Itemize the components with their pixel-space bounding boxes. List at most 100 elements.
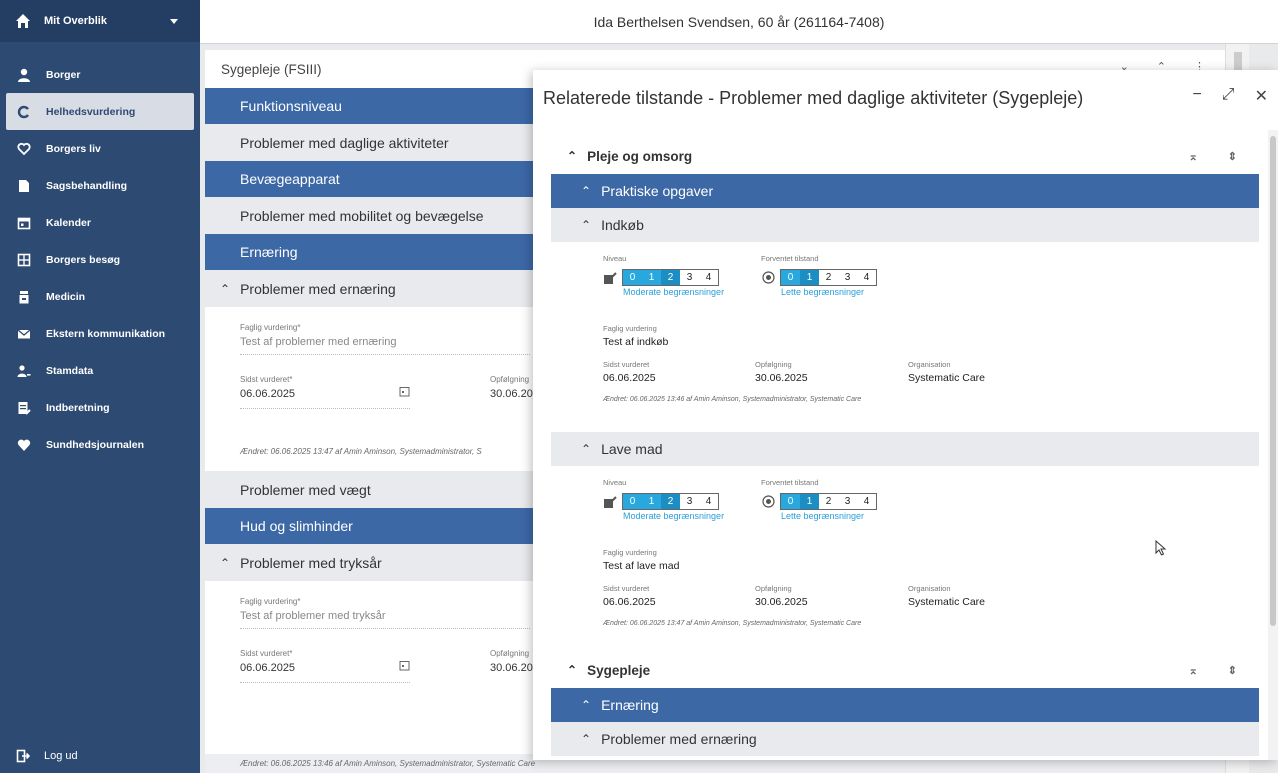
niveau-scale[interactable]: 0 1 2 3 4 (622, 493, 719, 510)
row-label: Problemer med ernæring (240, 280, 396, 297)
scale-value[interactable]: 3 (838, 494, 857, 509)
entry-lave-mad-header[interactable]: ⌃ Lave mad (551, 432, 1259, 466)
forventet-label: Forventet tilstand (761, 254, 819, 263)
scale-value[interactable]: 2 (819, 494, 838, 509)
logout-label: Log ud (44, 750, 78, 762)
scale-value[interactable]: 1 (642, 270, 661, 285)
dialog-body: ⌃ Pleje og omsorg ⌅ ⇕ ⌃ Praktiske opgaver… (551, 138, 1259, 760)
close-icon[interactable]: ✕ (1255, 86, 1268, 106)
field-label: Sidst vurderet* (240, 375, 293, 384)
entry-label: Problemer med ernæring (601, 731, 757, 747)
sidebar-item-sundhedsjournalen[interactable]: Sundhedsjournalen (0, 426, 200, 463)
scale-value[interactable]: 0 (623, 270, 642, 285)
section-pleje-omsorg[interactable]: ⌃ Pleje og omsorg ⌅ ⇕ (551, 138, 1259, 174)
calendar-icon[interactable] (399, 658, 410, 676)
sidst-value: 06.06.2025 (603, 372, 656, 384)
niveau-scale[interactable]: 0 1 2 3 4 (622, 269, 719, 286)
entry-ernaering-header[interactable]: ⌃ Problemer med ernæring (551, 722, 1259, 756)
entry-indkob-header[interactable]: ⌃ Indkøb (551, 208, 1259, 242)
chevron-up-icon: ⌃ (220, 281, 231, 296)
sidebar-item-stamdata[interactable]: Stamdata (0, 352, 200, 389)
sidebar-item-borger[interactable]: Borger (0, 56, 200, 93)
heart-outline-icon (16, 141, 32, 157)
sidebar-item-helhedsvurdering[interactable]: Helhedsvurdering (6, 93, 194, 130)
scale-value[interactable]: 3 (680, 494, 699, 509)
chevron-up-icon: ⌃ (581, 732, 592, 746)
minimize-icon[interactable]: − (1192, 86, 1201, 106)
faglig-value: Test af lave mad (603, 560, 680, 572)
folder-icon (16, 178, 32, 194)
faglig-vurdering-field[interactable]: Test af problemer med tryksår (240, 610, 530, 629)
calendar-icon[interactable] (399, 384, 410, 402)
scale-value[interactable]: 4 (857, 270, 876, 285)
sidebar-item-indberetning[interactable]: Indberetning (0, 389, 200, 426)
chevron-up-icon: ⌃ (581, 698, 592, 712)
sidebar-item-kalender[interactable]: Kalender (0, 204, 200, 241)
group-praktiske-opgaver[interactable]: ⌃ Praktiske opgaver (551, 174, 1259, 208)
overview-menu[interactable]: Mit Overblik (0, 0, 200, 42)
scale-value[interactable]: 4 (699, 270, 718, 285)
scale-value[interactable]: 1 (642, 494, 661, 509)
org-value: Systematic Care (908, 596, 986, 608)
scale-value[interactable]: 4 (699, 494, 718, 509)
sidebar-item-label: Indberetning (46, 401, 110, 414)
collapse-all-icon[interactable]: ⌅ (1189, 150, 1198, 163)
faglig-value: Test af indkøb (603, 336, 669, 348)
sidst-vurderet-field[interactable]: 06.06.2025 (240, 662, 295, 676)
scale-value[interactable]: 0 (781, 494, 800, 509)
forventet-caption: Lette begrænsninger (781, 511, 865, 521)
pill-bottle-icon (16, 289, 32, 305)
group-label: Ernæring (601, 697, 659, 713)
edit-note-icon[interactable] (603, 495, 617, 508)
expand-all-icon[interactable]: ⇕ (1228, 150, 1237, 163)
collapse-all-icon[interactable]: ⌅ (1189, 664, 1198, 677)
scale-value[interactable]: 0 (623, 494, 642, 509)
opf-value: 30.06.2025 (755, 596, 808, 608)
faglig-vurdering-field[interactable]: Test af problemer med ernæring (240, 336, 530, 355)
logout-button[interactable]: Log ud (0, 743, 200, 769)
section-sygepleje[interactable]: ⌃ Sygepleje ⌅ ⇕ (551, 652, 1259, 688)
chevron-up-icon: ⌃ (581, 184, 592, 198)
sidebar-nav: Borger Helhedsvurdering Borgers liv Sags… (0, 56, 200, 463)
sidebar-item-borgers-liv[interactable]: Borgers liv (0, 130, 200, 167)
scrollbar-thumb[interactable] (1270, 136, 1276, 626)
expand-all-icon[interactable]: ⇕ (1228, 664, 1237, 677)
entry-lave-mad: Niveau 0 1 2 3 4 Moderate begrænsninger … (551, 466, 1259, 652)
patient-name: Ida Berthelsen Svendsen, 60 år (261164-7… (593, 13, 885, 30)
opf-value: 30.06.2025 (755, 372, 808, 384)
report-icon (16, 400, 32, 416)
scale-value[interactable]: 3 (838, 270, 857, 285)
scale-value[interactable]: 4 (857, 494, 876, 509)
scale-value[interactable]: 2 (661, 494, 680, 509)
target-icon[interactable] (761, 495, 775, 508)
group-ernaering[interactable]: ⌃ Ernæring (551, 688, 1259, 722)
sidst-vurderet-field[interactable]: 06.06.2025 (240, 388, 295, 402)
scale-value[interactable]: 2 (819, 270, 838, 285)
forventet-scale[interactable]: 0 1 2 3 4 (780, 269, 877, 286)
sidebar-item-ekstern-kommunikation[interactable]: Ekstern kommunikation (0, 315, 200, 352)
expand-icon[interactable]: ⤢ (1222, 86, 1235, 106)
chevron-down-icon[interactable] (170, 18, 178, 24)
scale-value[interactable]: 0 (781, 270, 800, 285)
visits-icon (16, 252, 32, 268)
scale-value[interactable]: 1 (800, 270, 819, 285)
sidebar-item-label: Medicin (46, 290, 86, 303)
target-icon[interactable] (761, 271, 775, 284)
sidebar-item-label: Borger (46, 68, 81, 81)
forventet-scale[interactable]: 0 1 2 3 4 (780, 493, 877, 510)
scale-value[interactable]: 1 (800, 494, 819, 509)
opf-label: Opfølgning (755, 360, 792, 369)
scale-value[interactable]: 3 (680, 270, 699, 285)
sidebar-item-borgers-besog[interactable]: Borgers besøg (0, 241, 200, 278)
dialog-scrollbar[interactable] (1268, 130, 1278, 760)
sidebar: Mit Overblik Borger Helhedsvurdering Bor… (0, 0, 200, 773)
edit-note-icon[interactable] (603, 271, 617, 284)
sidebar-item-sagsbehandling[interactable]: Sagsbehandling (0, 167, 200, 204)
person-data-icon (16, 363, 32, 379)
edited-note: Ændret: 06.06.2025 13:46 af Amin Aminson… (240, 759, 536, 768)
sidebar-item-medicin[interactable]: Medicin (0, 278, 200, 315)
scale-value[interactable]: 2 (661, 270, 680, 285)
niveau-label: Niveau (603, 254, 627, 263)
opfolgning-field[interactable]: 30.06.20 (490, 662, 533, 674)
opfolgning-field[interactable]: 30.06.20 (490, 388, 533, 400)
